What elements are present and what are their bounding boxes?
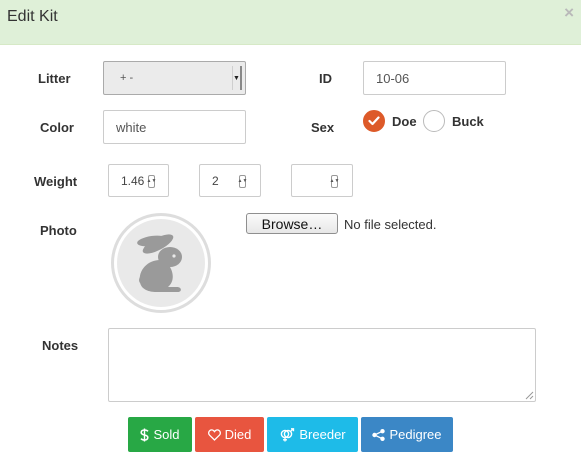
dialog-header: Edit Kit ×: [0, 0, 581, 45]
check-icon: [368, 116, 380, 126]
color-value: white: [116, 119, 147, 135]
color-label: Color: [40, 120, 74, 135]
photo-placeholder: [117, 219, 205, 307]
dropdown-arrow-icon: ▼: [232, 66, 242, 90]
litter-value: + -: [120, 72, 134, 84]
buck-label: Buck: [452, 113, 484, 129]
browse-button[interactable]: Browse…: [246, 213, 338, 234]
buck-radio[interactable]: [423, 110, 445, 132]
spinner-icon[interactable]: ▲▼: [147, 175, 156, 188]
sold-button[interactable]: Sold: [128, 417, 192, 452]
weight-oz-value: 2: [212, 173, 219, 188]
dollar-icon: [140, 428, 150, 441]
close-button[interactable]: ×: [564, 4, 574, 21]
sold-label: Sold: [153, 427, 180, 442]
photo-label: Photo: [40, 223, 77, 238]
sex-doe-option[interactable]: Doe: [363, 110, 417, 132]
litter-label: Litter: [38, 71, 71, 86]
sex-label: Sex: [311, 120, 335, 135]
id-label: ID: [319, 71, 332, 86]
id-value: 10-06: [376, 70, 410, 86]
doe-label: Doe: [392, 113, 417, 129]
file-status: No file selected.: [344, 217, 437, 232]
weight-lbs-field[interactable]: 1.46 ▲▼: [108, 164, 169, 197]
breeder-label: Breeder: [299, 427, 346, 442]
spinner-icon[interactable]: ▲▼: [330, 175, 339, 188]
breeder-button[interactable]: Breeder: [267, 417, 358, 452]
color-field[interactable]: white: [103, 110, 246, 144]
share-icon: [372, 428, 386, 441]
pedigree-label: Pedigree: [389, 427, 442, 442]
died-button[interactable]: Died: [195, 417, 264, 452]
weight-extra-field[interactable]: ▲▼: [291, 164, 353, 197]
notes-label: Notes: [42, 338, 79, 353]
pedigree-button[interactable]: Pedigree: [361, 417, 453, 452]
notes-textarea[interactable]: [108, 328, 536, 402]
heart-outline-icon: [207, 428, 221, 441]
gender-icon: [281, 427, 295, 441]
weight-lbs-value: 1.46: [121, 173, 145, 188]
litter-select[interactable]: + - ▼: [103, 61, 246, 95]
spinner-icon[interactable]: ▲▼: [238, 175, 247, 188]
weight-oz-field[interactable]: 2 ▲▼: [199, 164, 261, 197]
id-field[interactable]: 10-06: [363, 61, 506, 95]
resize-handle-icon[interactable]: [524, 390, 534, 400]
doe-radio[interactable]: [363, 110, 385, 132]
sex-buck-option[interactable]: Buck: [423, 110, 484, 132]
died-label: Died: [224, 427, 252, 442]
weight-label: Weight: [34, 174, 78, 189]
photo-avatar: [111, 213, 211, 313]
dialog-title: Edit Kit: [7, 8, 58, 25]
rabbit-icon: [137, 234, 182, 292]
